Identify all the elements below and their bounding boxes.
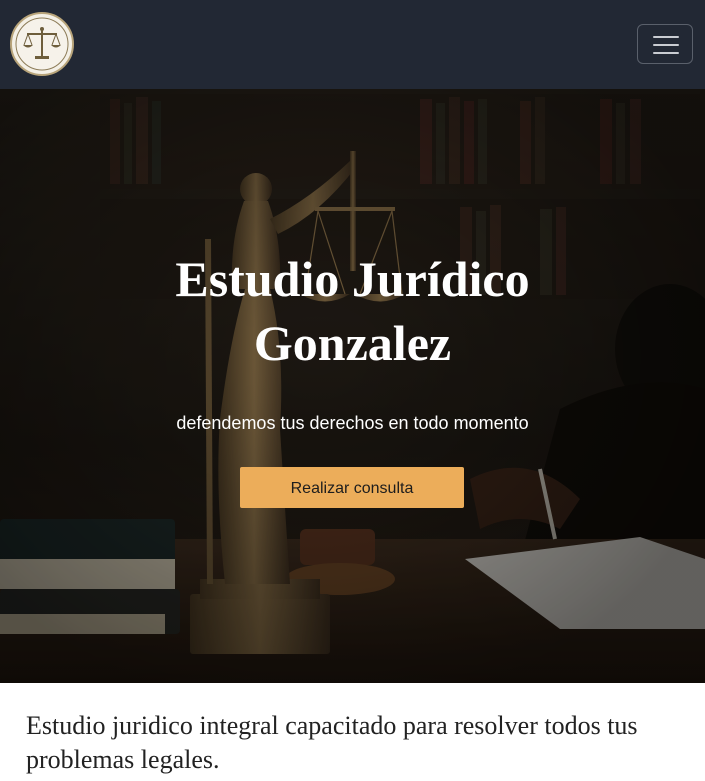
hero-background-image xyxy=(0,89,705,683)
consult-button[interactable]: Realizar consulta xyxy=(240,467,464,508)
hamburger-menu-button[interactable] xyxy=(637,24,693,64)
top-navbar xyxy=(0,0,705,89)
hero-section: Estudio Jurídico Gonzalez defendemos tus… xyxy=(0,89,705,683)
intro-section: Estudio juridico integral capacitado par… xyxy=(0,683,705,781)
hero-subtitle: defendemos tus derechos en todo momento xyxy=(176,413,529,433)
hero-title-line1: Estudio Jurídico xyxy=(175,251,530,307)
hero-title: Estudio Jurídico Gonzalez xyxy=(0,247,705,375)
hero-title-line2: Gonzalez xyxy=(253,315,452,371)
hamburger-menu-icon xyxy=(653,36,679,38)
scales-of-justice-icon[interactable] xyxy=(10,12,74,76)
intro-text: Estudio juridico integral capacitado par… xyxy=(26,711,638,774)
